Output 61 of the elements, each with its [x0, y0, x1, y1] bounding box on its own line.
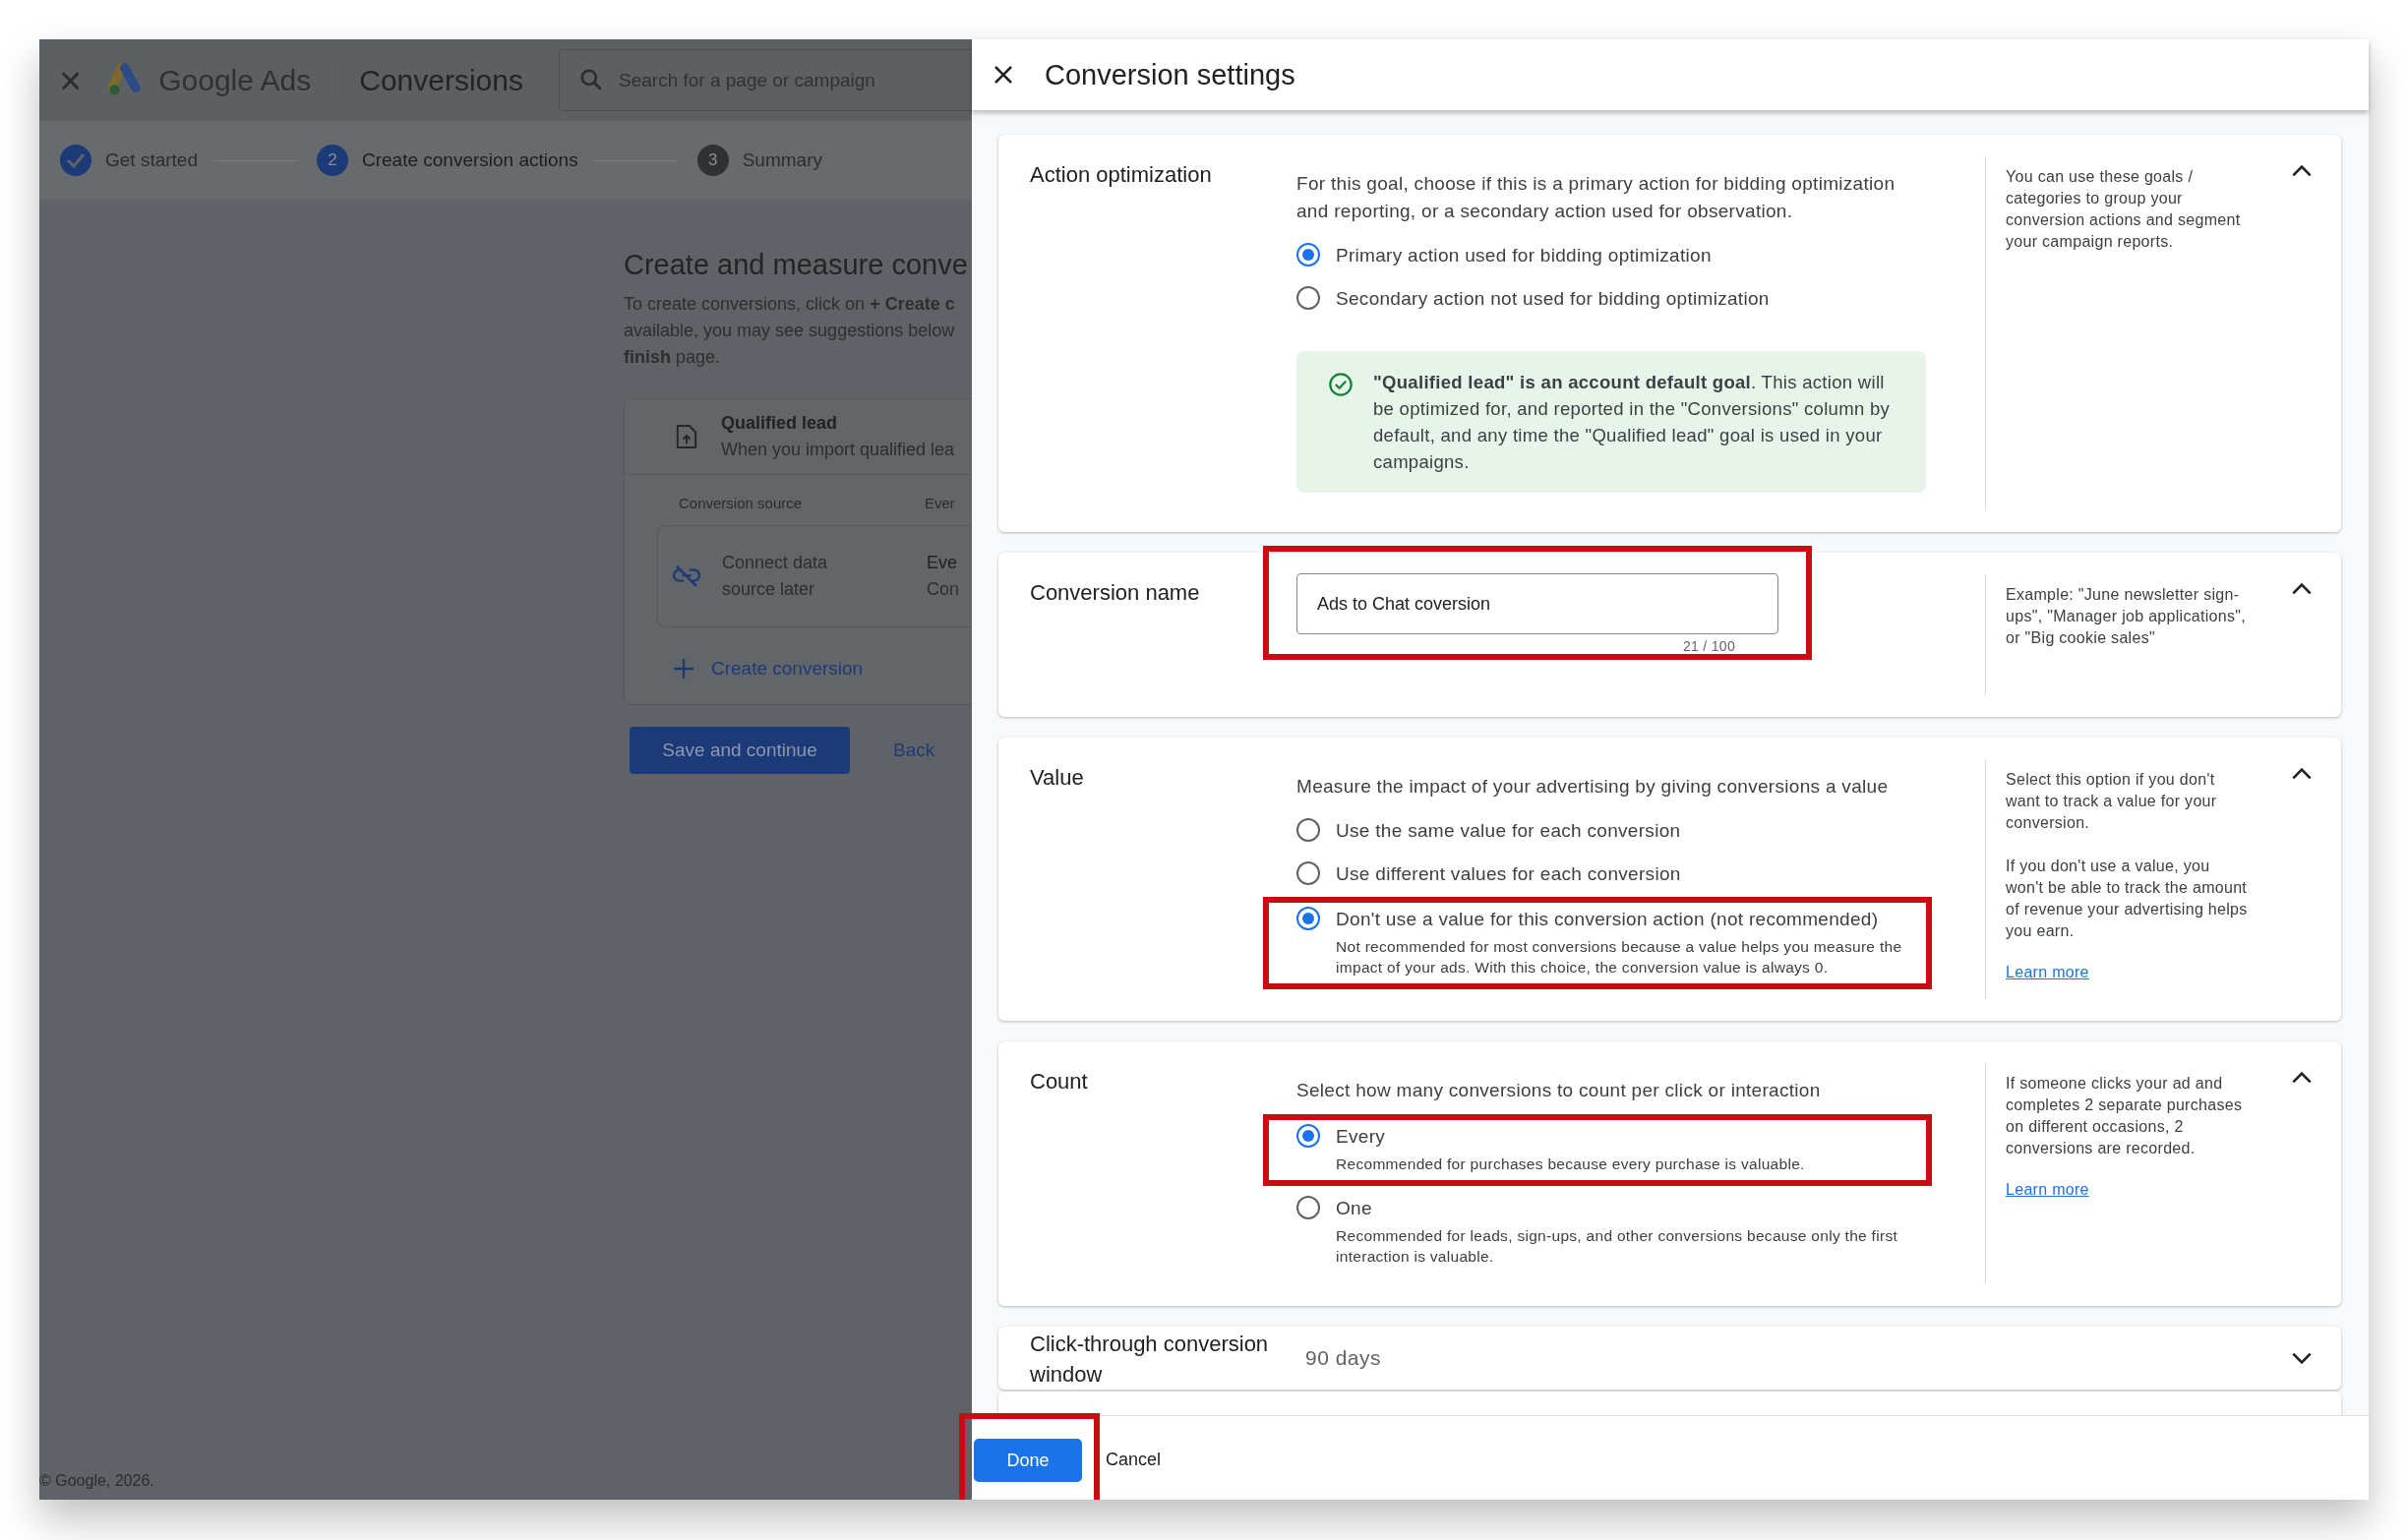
panel-title: Conversion settings	[1045, 58, 1295, 91]
radio-button[interactable]	[1296, 1124, 1320, 1148]
option-label[interactable]: Use different values for each conversion	[1336, 861, 1681, 887]
learn-more-link[interactable]: Learn more	[2006, 964, 2089, 980]
document-upload-icon	[676, 424, 697, 449]
character-counter: 21 / 100	[1683, 638, 1735, 654]
save-and-continue-button[interactable]: Save and continue	[630, 727, 850, 774]
option-label[interactable]: Don't use a value for this conversion action (not recommended)	[1336, 907, 1926, 932]
column-header: Conversion source	[679, 495, 804, 511]
section-description: Select how many conversions to count per click or interaction	[1296, 1079, 1822, 1102]
column-header: Ever	[925, 495, 955, 511]
plus-icon	[672, 657, 695, 681]
option-description: Recommended for leads, sign-ups, and other conversions because only the first interaction is valuable.	[1336, 1226, 1899, 1267]
section-description: For this goal, choose if this is a primary action for bidding optimization and reporting, or a secondary action used for observation.	[1296, 172, 1896, 223]
option-label[interactable]: Every	[1336, 1124, 1805, 1150]
radio-button[interactable]	[1296, 243, 1320, 267]
intro-text: available, you may see suggestions below	[624, 320, 956, 342]
radio-button[interactable]	[1296, 818, 1320, 842]
radio-button[interactable]	[1296, 1196, 1320, 1219]
option-label[interactable]: Secondary action not used for bidding optimization	[1336, 286, 1770, 312]
banner-text: "Qualified lead" is an account default goal. This action will be optimized for, and reported in the "Conversions" column by default, and any time the "Qualified lead" goal is used in your campaigns.	[1373, 371, 1892, 474]
section-title: Action optimization	[1030, 161, 1213, 189]
radio-button[interactable]	[1296, 907, 1320, 930]
page-title: Conversions	[359, 63, 523, 97]
radio-button[interactable]	[1296, 861, 1320, 885]
option-label[interactable]: Use the same value for each conversion	[1336, 818, 1681, 844]
radio-button[interactable]	[1296, 286, 1320, 310]
table-cell-text: Con	[927, 578, 960, 601]
section-title: Value	[1030, 764, 1085, 792]
learn-more-link[interactable]: Learn more	[2006, 1181, 2089, 1198]
check-circle-icon	[1328, 372, 1354, 397]
intro-text: To create conversions, click on + Create c	[624, 293, 956, 316]
section-title: Conversion name	[1030, 579, 1201, 607]
help-text: Select this option if you don't want to track a value for your conversion.	[2006, 770, 2218, 833]
settings-card[interactable]: Click-through conversion window 90 days	[998, 1327, 2341, 1390]
option-label[interactable]: One	[1336, 1196, 1926, 1221]
page-heading: Create and measure conve	[624, 249, 969, 281]
goal-title: Qualified lead	[721, 413, 839, 434]
step-number: 2	[317, 145, 348, 176]
intro-text: finish page.	[624, 346, 722, 369]
section-title: Count	[1030, 1068, 1089, 1096]
table-cell-text: Eve	[927, 552, 959, 574]
step-number: 3	[696, 145, 729, 176]
unlink-icon	[673, 564, 700, 588]
help-text: If someone clicks your ad and completes 2 separate purchases on different occasions, 2 conversions are recorded.	[2006, 1074, 2244, 1158]
option-label[interactable]: Primary action used for bidding optimization	[1336, 243, 1712, 268]
help-text: If you don't use a value, you won't be able to track the amount of revenue your advertising helps you earn.	[2006, 857, 2249, 941]
done-button[interactable]: Done	[974, 1439, 1082, 1482]
goal-description: When you import qualified lea	[721, 440, 955, 460]
copyright-text: © Google, 2026.	[39, 1472, 154, 1490]
help-text: Example: "June newsletter sign-ups", "Manager job applications", or "Big cookie sales"	[2006, 585, 2247, 648]
source-text: Connect data source later	[722, 552, 829, 601]
cancel-button[interactable]: Cancel	[1106, 1450, 1162, 1470]
section-description: Measure the impact of your advertising by giving conversions a value	[1296, 775, 1890, 799]
option-description: Recommended for purchases because every purchase is valuable.	[1336, 1155, 1805, 1174]
section-title: Click-through conversion window	[1030, 1331, 1270, 1389]
search-icon	[578, 67, 604, 92]
conversion-name-field[interactable]: Ads to Chat coversion	[1296, 573, 1778, 634]
help-text: You can use these goals / categories to group your conversion actions and segment your campaign reports.	[2006, 167, 2242, 252]
option-description: Not recommended for most conversions because a value helps you measure the impact of your ads. With this choice, the conversion value is always 0.	[1336, 937, 1903, 977]
section-value: 90 days	[1304, 1346, 1383, 1370]
